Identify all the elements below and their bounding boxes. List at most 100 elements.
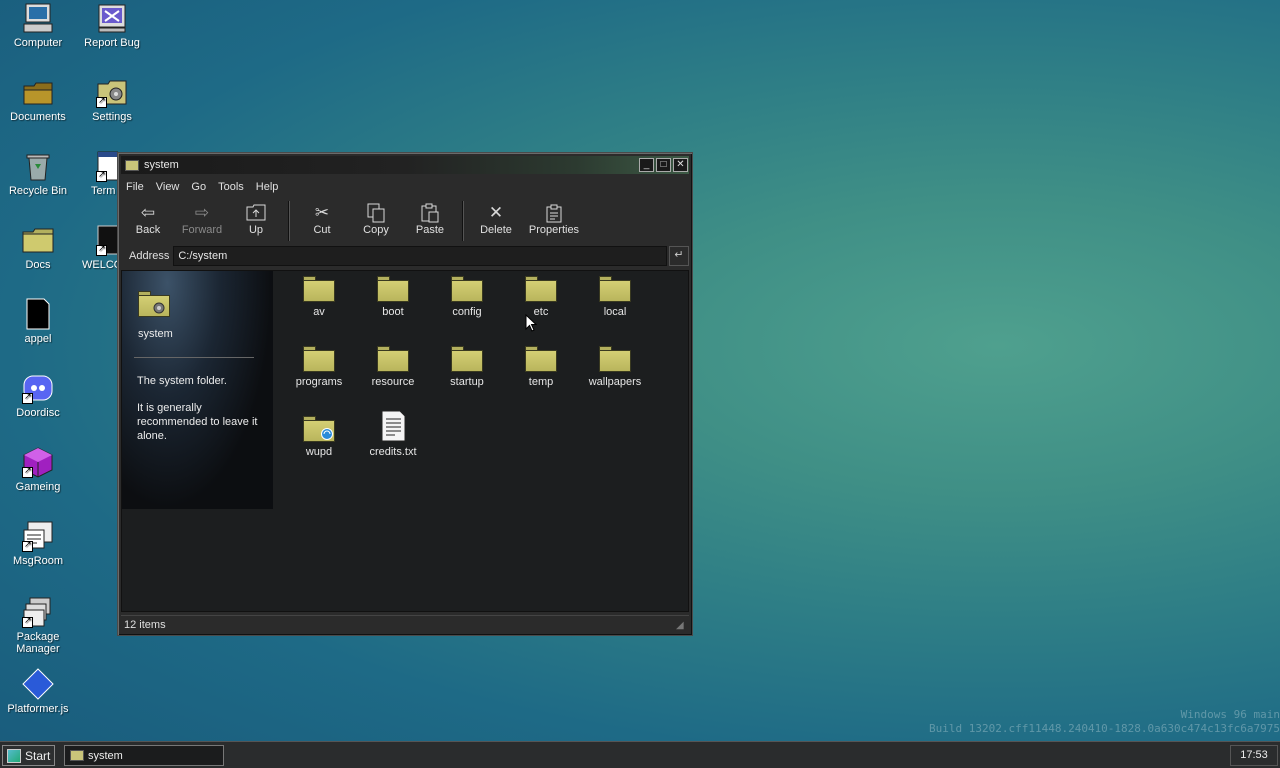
desktop-icon-label: appel (24, 333, 52, 345)
desktop-icon-doordisc[interactable]: Doordisc (0, 372, 76, 419)
discord-icon (22, 372, 54, 404)
toolbar-separator (462, 201, 464, 241)
desktop-icon-label: Report Bug (84, 37, 140, 49)
system-clock[interactable]: 17:53 (1230, 745, 1278, 766)
desktop-icon-label: Package Manager (16, 631, 60, 655)
item-count: 12 items (124, 618, 166, 631)
explorer-window: system _ □ ✕ File View Go Tools Help ⇦ B… (117, 152, 693, 636)
file-name: config (452, 306, 482, 318)
watermark-line1: Windows 96 main (1180, 708, 1280, 721)
menu-view[interactable]: View (150, 181, 186, 193)
file-name: temp (528, 376, 554, 388)
toolbar: ⇦ Back ⇨ Forward Up ✂ Cut Copy Paste ✕ D… (121, 199, 689, 243)
update-folder-icon (303, 414, 335, 442)
up-button[interactable]: Up (229, 199, 283, 236)
start-label: Start (25, 748, 51, 763)
file-item[interactable]: config (430, 274, 504, 318)
cut-button[interactable]: ✂ Cut (295, 199, 349, 236)
desktop-icon-label: Computer (13, 37, 63, 49)
resize-grip-icon[interactable]: ◢ (676, 620, 688, 632)
file-item[interactable]: startup (430, 344, 504, 388)
desktop-icon-label: Docs (25, 259, 51, 271)
file-name: wallpapers (588, 376, 642, 388)
copy-icon (349, 203, 403, 223)
file-item[interactable]: resource (356, 344, 430, 388)
file-item[interactable]: wallpapers (578, 344, 652, 388)
clipboard-icon (403, 203, 457, 223)
scissors-icon: ✂ (314, 203, 330, 222)
copy-label: Copy (363, 224, 389, 236)
go-arrow-icon[interactable]: ↵ (669, 246, 689, 266)
back-button[interactable]: ⇦ Back (121, 199, 175, 236)
folder-icon (525, 274, 557, 302)
file-item[interactable]: boot (356, 274, 430, 318)
forward-button[interactable]: ⇨ Forward (175, 199, 229, 236)
file-item[interactable]: temp (504, 344, 578, 388)
menu-go[interactable]: Go (185, 181, 212, 193)
file-item[interactable]: av (282, 274, 356, 318)
panel-desc-line1: The system folder. (137, 375, 227, 387)
menu-help[interactable]: Help (250, 181, 285, 193)
file-item[interactable]: local (578, 274, 652, 318)
desktop-icon-terminal[interactable]: Term (74, 150, 118, 197)
folder-icon (303, 344, 335, 372)
file-item[interactable]: credits.txt (356, 410, 430, 458)
build-watermark: Windows 96 main Build 13202.cff11448.240… (929, 708, 1280, 736)
system-folder-icon (138, 289, 170, 317)
properties-label: Properties (528, 224, 580, 236)
toolbar-separator (288, 201, 290, 241)
report-bug-icon (96, 2, 128, 34)
desktop-icon-label: Platformer.js (7, 703, 69, 715)
paste-button[interactable]: Paste (403, 199, 457, 236)
text-file-icon (377, 410, 409, 442)
desktop-icon-settings[interactable]: Settings (74, 76, 150, 123)
file-item[interactable]: wupd (282, 414, 356, 458)
desktop-icon-label: Gameing (15, 481, 61, 493)
menu-tools[interactable]: Tools (212, 181, 250, 193)
desktop-icon-platformer[interactable]: Platformer.js (0, 668, 76, 715)
desktop-icon-appel[interactable]: appel (0, 298, 76, 345)
status-bar: 12 items ◢ (121, 615, 689, 633)
desktop-icon-computer[interactable]: Computer (0, 2, 76, 49)
desktop-icon-recycle-bin[interactable]: Recycle Bin (0, 150, 76, 197)
desktop-icon-welcome[interactable]: WELCO (74, 224, 118, 271)
copy-button[interactable]: Copy (349, 199, 403, 236)
desktop-icon-report-bug[interactable]: Report Bug (74, 2, 150, 49)
window-titlebar[interactable]: system _ □ ✕ (121, 156, 689, 174)
desktop-icon-msgroom[interactable]: MsgRoom (0, 520, 76, 567)
maximize-button[interactable]: □ (656, 158, 671, 172)
file-item[interactable]: programs (282, 344, 356, 388)
folder-icon (303, 274, 335, 302)
delete-button[interactable]: ✕ Delete (469, 199, 523, 236)
desktop-icon-label: Recycle Bin (8, 185, 68, 197)
address-bar: Address ↵ (121, 245, 689, 267)
desktop-icon-gameing[interactable]: Gameing (0, 446, 76, 493)
delete-label: Delete (480, 224, 512, 236)
desktop-icon-label: Documents (10, 111, 66, 123)
close-button[interactable]: ✕ (673, 158, 688, 172)
desktop-icon-package-manager[interactable]: Package Manager (0, 596, 76, 655)
file-name: wupd (305, 446, 333, 458)
folder-icon (525, 344, 557, 372)
gaming-cube-icon (22, 446, 54, 478)
desktop-icon-documents[interactable]: Documents (0, 76, 76, 123)
properties-icon (523, 203, 585, 223)
menu-file[interactable]: File (121, 181, 150, 193)
delete-x-icon: ✕ (488, 203, 504, 222)
desktop-icon-label: MsgRoom (12, 555, 64, 567)
file-name: startup (450, 376, 484, 388)
msgroom-icon (22, 520, 54, 552)
documents-folder-icon (22, 76, 54, 108)
taskbar-window-system[interactable]: system (64, 745, 224, 766)
desktop-icon-docs[interactable]: Docs (0, 224, 76, 271)
properties-button[interactable]: Properties (523, 199, 585, 236)
start-button[interactable]: Start (2, 745, 55, 766)
minimize-button[interactable]: _ (639, 158, 654, 172)
cut-label: Cut (313, 224, 331, 236)
desktop-icon-label: Doordisc (16, 407, 60, 419)
file-item[interactable]: etc (504, 274, 578, 318)
address-input[interactable] (173, 246, 668, 266)
start-logo-icon (7, 748, 21, 763)
folder-up-icon (229, 203, 283, 223)
black-file-icon (22, 298, 54, 330)
